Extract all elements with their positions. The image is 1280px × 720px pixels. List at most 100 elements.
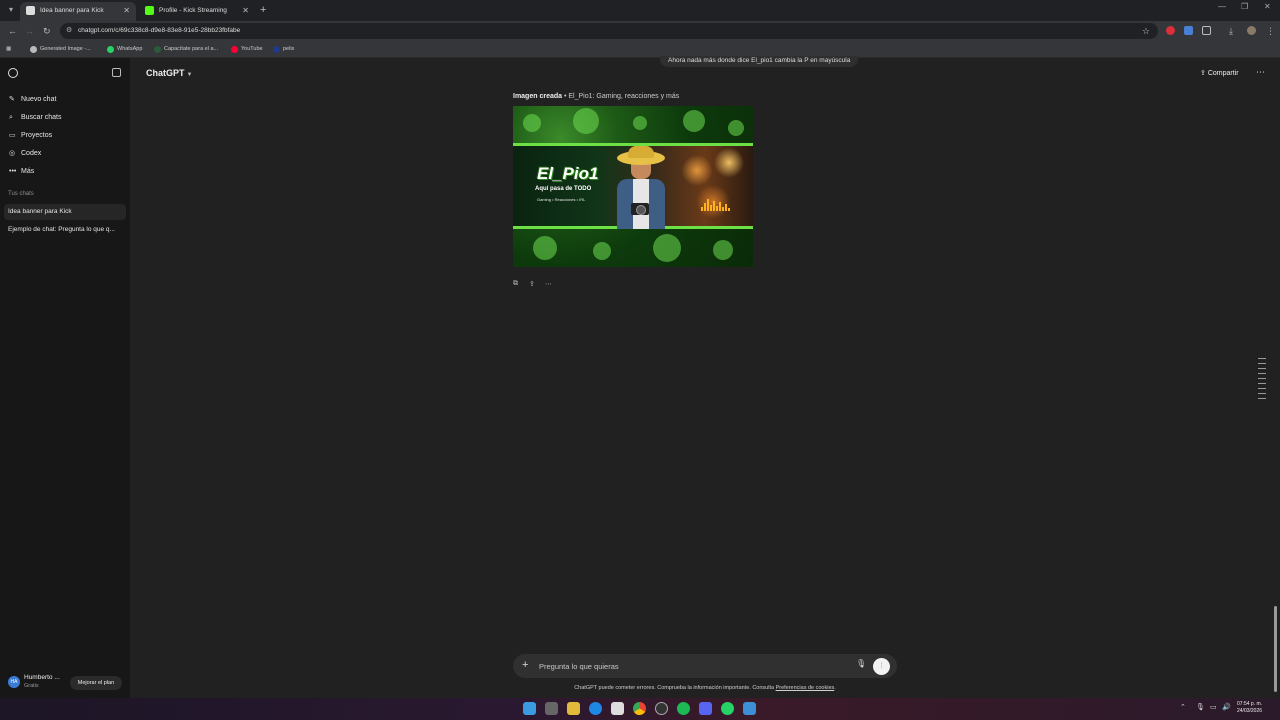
discord-icon[interactable] (699, 702, 712, 715)
main-panel: ChatGPT ▼ Ahora nada más donde dice El_pi… (130, 56, 1280, 698)
extension-translate-icon[interactable] (1184, 26, 1193, 35)
sidebar-toggle-icon[interactable] (112, 68, 121, 77)
chatgpt-app-icon[interactable] (655, 702, 668, 715)
sidebar-item-projects[interactable]: ▭ Proyectos (4, 128, 126, 144)
tab-title: Idea banner para Kick (40, 7, 104, 14)
more-actions-icon[interactable]: ⋯ (545, 280, 552, 288)
file-explorer-icon[interactable] (567, 702, 580, 715)
sidebar-item-new-chat[interactable]: ✎ Nuevo chat (4, 92, 126, 108)
chevron-down-icon: ▼ (186, 72, 193, 78)
chatgpt-favicon-icon (26, 6, 35, 15)
sidebar-item-more[interactable]: ••• Más (4, 164, 126, 180)
avatar[interactable]: HA (8, 676, 20, 688)
banner-subtitle: Aquí pasa de TODO (535, 186, 592, 192)
new-tab-plus-icon[interactable]: + (260, 3, 266, 17)
tab-close-icon[interactable]: ✕ (123, 2, 130, 19)
copy-icon[interactable]: ⧉ (513, 280, 518, 288)
user-plan: Gratis (24, 683, 39, 689)
user-account[interactable]: HA Humberto ... Gratis Mejorar el plan (0, 668, 130, 698)
share-icon: ⇪ (1200, 70, 1208, 77)
site-info-icon[interactable]: ⚙ (66, 23, 72, 39)
bookmark-item[interactable]: pelis (273, 44, 294, 54)
tray-mic-icon[interactable]: 🎙 (1196, 703, 1205, 711)
chats-section-title: Tus chats (8, 191, 34, 197)
address-bar[interactable]: ⚙ chatgpt.com/c/69c338c8-d9e8-83e8-91e5-… (60, 23, 1158, 39)
openai-logo-icon[interactable] (8, 68, 18, 78)
tray-display-icon[interactable]: ▭ (1210, 703, 1217, 711)
back-arrow-icon[interactable]: ← (8, 24, 17, 38)
bokeh-light (683, 110, 705, 132)
system-clock[interactable]: 07:54 p. m. 24/03/2026 (1237, 701, 1262, 715)
download-icon[interactable]: ⤓ (1229, 24, 1233, 38)
bookmark-item[interactable]: Capacítate para el a... (154, 44, 218, 54)
youtube-icon (231, 46, 238, 53)
message-composer: + 🎙 ⫶ (513, 654, 897, 678)
conversation-options-icon[interactable]: ⋯ (1256, 67, 1265, 78)
browser-tab-active[interactable]: Idea banner para Kick ✕ (20, 2, 136, 21)
cookie-preferences-link[interactable]: Preferencias de cookies (776, 685, 835, 691)
codex-icon: ◎ (9, 150, 16, 157)
edge-icon[interactable] (589, 702, 602, 715)
share-image-icon[interactable]: ⇪ (529, 280, 535, 288)
window-close-icon[interactable]: ✕ (1264, 2, 1271, 11)
bokeh-light (713, 240, 733, 260)
task-view-icon[interactable] (545, 702, 558, 715)
reload-icon[interactable]: ↻ (43, 24, 51, 38)
minimize-icon[interactable]: — (1218, 2, 1226, 11)
extensions-puzzle-icon[interactable] (1202, 26, 1211, 35)
background-lights (673, 147, 753, 225)
edit-icon: ✎ (9, 96, 15, 103)
bookmark-item[interactable]: YouTube (231, 44, 263, 54)
windows-taskbar: ⌃ 🎙 ▭ 🔊 07:54 p. m. 24/03/2026 (0, 698, 1280, 720)
bokeh-light (728, 120, 744, 136)
bookmark-favicon-icon (273, 46, 280, 53)
chat-list-item[interactable]: Ejemplo de chat: Pregunta lo que q... (4, 222, 126, 238)
bookmark-item[interactable]: Generated Image -... (30, 44, 91, 54)
browser-toolbar: ← → ↻ ⚙ chatgpt.com/c/69c338c8-d9e8-83e8… (0, 21, 1280, 41)
camera-icon (631, 203, 649, 215)
app-icon[interactable] (743, 702, 756, 715)
sidebar-item-codex[interactable]: ◎ Codex (4, 146, 126, 162)
url-text: chatgpt.com/c/69c338c8-d9e8-83e8-91e5-28… (78, 27, 241, 34)
profile-avatar-icon[interactable] (1247, 26, 1256, 35)
chrome-icon[interactable] (633, 702, 646, 715)
tray-chevron-icon[interactable]: ⌃ (1180, 703, 1186, 711)
share-button[interactable]: ⇪ Compartir (1200, 69, 1239, 77)
banner-band: El_Pio1 Aquí pasa de TODO Gaming • Reacc… (513, 143, 753, 229)
extension-red-icon[interactable] (1166, 26, 1175, 35)
bookmark-star-icon[interactable]: ☆ (1142, 23, 1150, 39)
tab-title: Profile - Kick Streaming (159, 7, 227, 14)
store-icon[interactable] (611, 702, 624, 715)
chat-list-item-active[interactable]: Idea banner para Kick (4, 204, 126, 220)
upgrade-plan-button[interactable]: Mejorar el plan (70, 676, 122, 690)
banner-title: El_Pio1 (537, 164, 599, 183)
voice-mode-button[interactable]: ⫶ (873, 658, 890, 675)
bookmark-item[interactable]: WhatsApp (107, 44, 142, 54)
search-icon: ⌕ (9, 114, 13, 121)
conversation-minimap[interactable] (1258, 358, 1266, 403)
message-input[interactable] (539, 659, 849, 673)
kick-favicon-icon (145, 6, 154, 15)
browser-tab[interactable]: Profile - Kick Streaming ✕ (139, 2, 255, 21)
microphone-icon[interactable]: 🎙 (856, 659, 866, 668)
model-selector[interactable]: ChatGPT ▼ (146, 68, 192, 78)
browser-menu-icon[interactable]: ⋮ (1266, 24, 1275, 38)
more-icon: ••• (9, 168, 17, 175)
forward-arrow-icon[interactable]: → (25, 24, 34, 38)
whatsapp-icon (107, 46, 114, 53)
tray-volume-icon[interactable]: 🔊 (1222, 703, 1231, 711)
restore-icon[interactable]: ❐ (1241, 2, 1248, 11)
add-attachment-icon[interactable]: + (522, 658, 528, 672)
bokeh-light (653, 234, 681, 262)
generated-banner-image[interactable]: El_Pio1 Aquí pasa de TODO Gaming • Reacc… (513, 106, 753, 267)
sidebar-item-search[interactable]: ⌕ Buscar chats (4, 110, 126, 126)
windows-start-icon[interactable] (523, 702, 536, 715)
tab-close-icon[interactable]: ✕ (242, 2, 249, 19)
bookmark-favicon-icon (30, 46, 37, 53)
spotify-icon[interactable] (677, 702, 690, 715)
whatsapp-icon[interactable] (721, 702, 734, 715)
scrollbar[interactable] (1274, 606, 1277, 692)
apps-grid-icon[interactable]: ▦ (6, 44, 11, 54)
tab-search-chevron-icon[interactable]: ▾ (4, 3, 18, 17)
streamer-figure (613, 143, 669, 229)
